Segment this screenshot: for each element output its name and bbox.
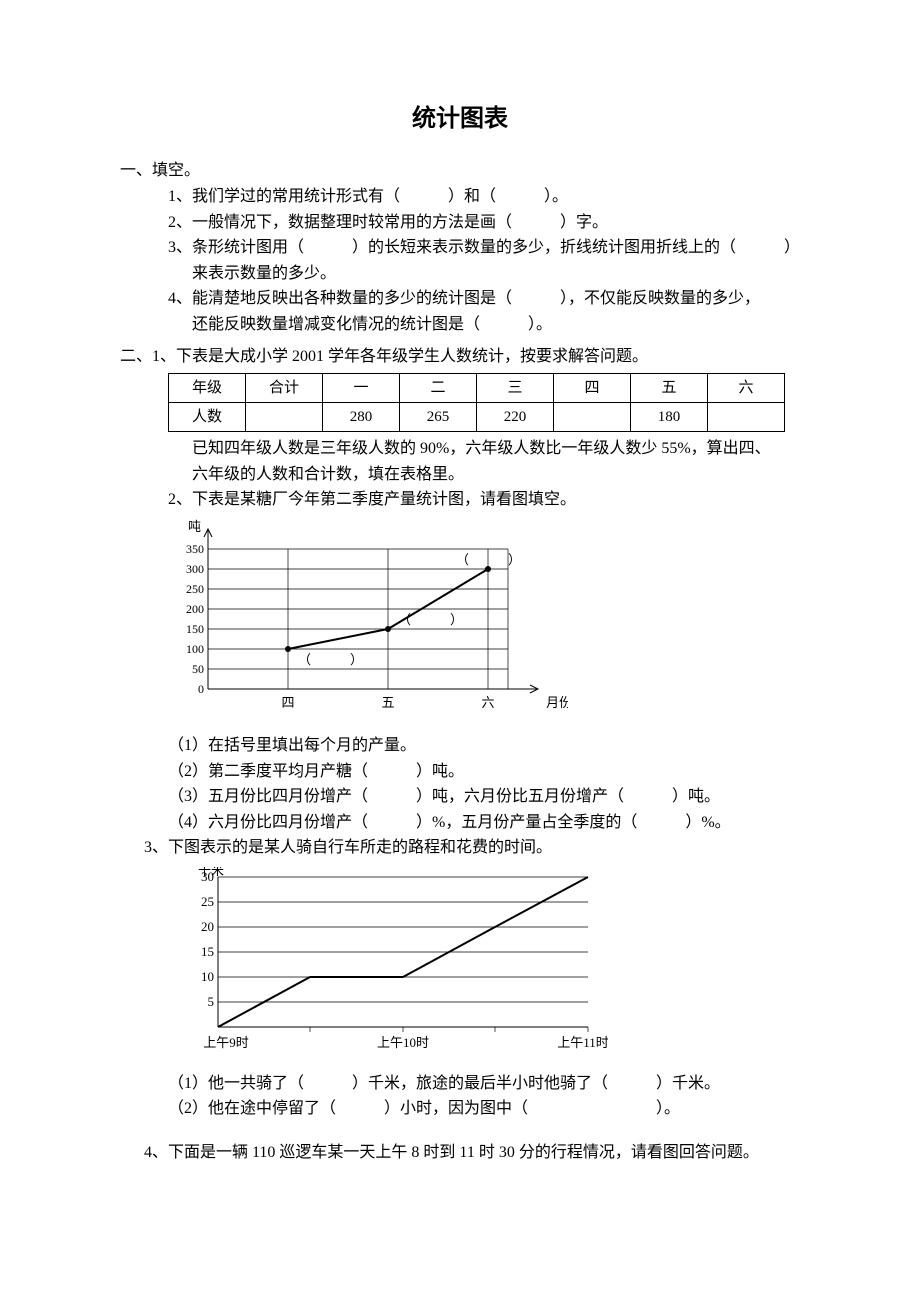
q2-2: （2）第二季度平均月产糖（ ）吨。 (120, 759, 800, 785)
chart-sugar: 0 50 100 150 200 250 300 350 四 五 六 吨 月份 … (168, 519, 800, 729)
chart-bike: 5 10 15 20 25 30 上午9时 上午10时 上午11时 千米 (168, 867, 800, 1067)
th-g4: 四 (554, 374, 631, 403)
ytick: 25 (201, 894, 214, 909)
th-grade: 年级 (169, 374, 246, 403)
section-2-heading: 二、1、下表是大成小学 2001 学年各年级学生人数统计，按要求解答问题。 (120, 344, 800, 370)
q1-2: 2、一般情况下，数据整理时较常用的方法是画（ ）字。 (120, 210, 800, 236)
th-g3: 三 (477, 374, 554, 403)
ytick: 100 (186, 642, 204, 656)
x-axis-label: 月份 (546, 695, 568, 710)
q3-intro: 3、下图表示的是某人骑自行车所走的路程和花费的时间。 (144, 835, 800, 861)
page-title: 统计图表 (120, 100, 800, 138)
th-g2: 二 (400, 374, 477, 403)
xtick: 上午9时 (203, 1035, 249, 1050)
grade-table: 年级 合计 一 二 三 四 五 六 人数 280 265 220 180 (168, 373, 785, 432)
th-g6: 六 (708, 374, 785, 403)
ytick: 200 (186, 602, 204, 616)
ytick: 20 (201, 919, 214, 934)
td-total (246, 403, 323, 432)
xtick: 上午10时 (377, 1035, 429, 1050)
table-note-1: 已知四年级人数是三年级人数的 90%，六年级人数比一年级人数少 55%，算出四、 (120, 436, 800, 462)
td-g3: 220 (477, 403, 554, 432)
q1-4-cont: 还能反映数量增减变化情况的统计图是（ ）。 (120, 312, 800, 338)
table-row: 年级 合计 一 二 三 四 五 六 (169, 374, 785, 403)
xtick: 上午11时 (557, 1035, 608, 1050)
ytick: 350 (186, 542, 204, 556)
td-g2: 265 (400, 403, 477, 432)
q3-2: （2）他在途中停留了（ ）小时，因为图中（ ）。 (120, 1096, 800, 1122)
y-axis-label: 吨 (188, 519, 201, 534)
q2-3: （3）五月份比四月份增产（ ）吨，六月份比五月份增产（ ）吨。 (120, 784, 800, 810)
q3-1: （1）他一共骑了（ ）千米，旅途的最后半小时他骑了（ ）千米。 (120, 1071, 800, 1097)
ytick: 50 (192, 662, 204, 676)
th-g1: 一 (323, 374, 400, 403)
q2-intro: 2、下表是某糖厂今年第二季度产量统计图，请看图填空。 (120, 487, 800, 513)
q1-3: 3、条形统计图用（ ）的长短来表示数量的多少，折线统计图用折线上的（ ） (120, 235, 800, 261)
ytick: 0 (198, 682, 204, 696)
y-axis-label: 千米 (198, 867, 224, 878)
td-g1: 280 (323, 403, 400, 432)
blank-label: （ ） (456, 552, 521, 567)
q1-3-cont: 来表示数量的多少。 (120, 261, 800, 287)
ytick: 10 (201, 969, 214, 984)
q2-4: （4）六月份比四月份增产（ ）%，五月份产量占全季度的（ ）%。 (120, 810, 800, 836)
td-g4 (554, 403, 631, 432)
th-total: 合计 (246, 374, 323, 403)
xtick: 五 (381, 695, 394, 710)
q2-1: （1）在括号里填出每个月的产量。 (120, 733, 800, 759)
table-note-2: 六年级的人数和合计数，填在表格里。 (120, 462, 800, 488)
xtick: 四 (281, 695, 294, 710)
ytick: 250 (186, 582, 204, 596)
th-g5: 五 (631, 374, 708, 403)
xtick: 六 (481, 695, 494, 710)
blank-label: （ ） (298, 652, 363, 667)
table-row: 人数 280 265 220 180 (169, 403, 785, 432)
q1-4: 4、能清楚地反映出各种数量的多少的统计图是（ ），不仅能反映数量的多少， (120, 286, 800, 312)
ytick: 150 (186, 622, 204, 636)
ytick: 15 (201, 944, 214, 959)
blank-label: （ ） (398, 612, 463, 627)
td-g5: 180 (631, 403, 708, 432)
q4-intro: 4、下面是一辆 110 巡逻车某一天上午 8 时到 11 时 30 分的行程情况… (144, 1140, 800, 1166)
section-1-heading: 一、填空。 (120, 158, 800, 184)
ytick: 5 (208, 994, 215, 1009)
td-g6 (708, 403, 785, 432)
td-label: 人数 (169, 403, 246, 432)
q1-1: 1、我们学过的常用统计形式有（ ）和（ ）。 (120, 184, 800, 210)
ytick: 300 (186, 562, 204, 576)
